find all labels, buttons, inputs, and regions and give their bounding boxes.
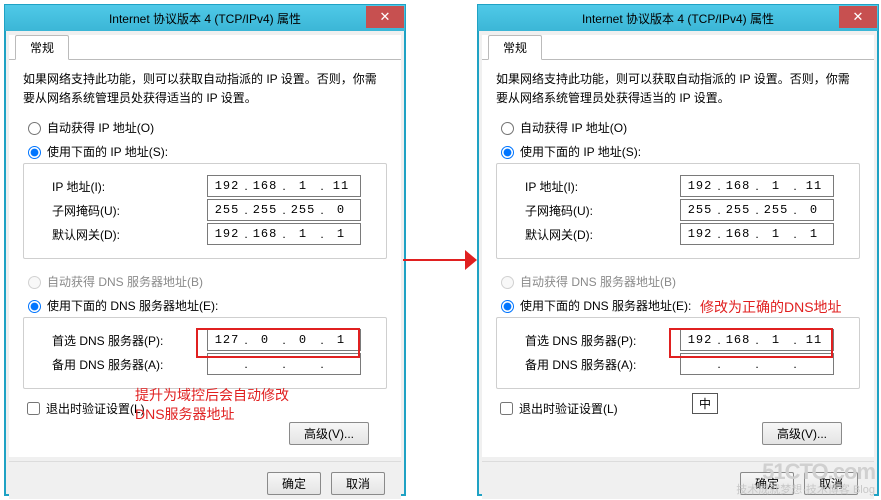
validate-checkbox[interactable] — [27, 402, 40, 415]
tabstrip: 常规 — [9, 35, 401, 60]
validate-label: 退出时验证设置(L) — [519, 400, 618, 417]
close-icon: ✕ — [380, 9, 391, 25]
radio-auto-ip[interactable]: 自动获得 IP 地址(O) — [23, 115, 387, 139]
gw-label: 默认网关(D): — [507, 226, 680, 243]
radio-manual-ip[interactable]: 使用下面的 IP 地址(S): — [496, 139, 860, 163]
radio-manual-dns[interactable]: 使用下面的 DNS 服务器地址(E): — [496, 293, 860, 317]
dns-fieldset: 首选 DNS 服务器(P): 192. 168. 1. 11 备用 DNS 服务… — [496, 317, 860, 389]
advanced-button[interactable]: 高级(V)... — [289, 422, 369, 445]
description-text: 如果网络支持此功能，则可以获取自动指派的 IP 设置。否则，你需要从网络系统管理… — [23, 70, 387, 107]
radio-manual-ip-label: 使用下面的 IP 地址(S): — [520, 143, 641, 160]
dns2-input[interactable]: . . . — [680, 353, 834, 375]
window-body: 常规 如果网络支持此功能，则可以获取自动指派的 IP 设置。否则，你需要从网络系… — [482, 35, 874, 457]
radio-manual-dns-input[interactable] — [28, 300, 41, 313]
dns1-input[interactable]: 127. 0. 0. 1 — [207, 329, 361, 351]
validate-label: 退出时验证设置(L) — [46, 400, 145, 417]
ipv4-properties-window-before: Internet 协议版本 4 (TCP/IPv4) 属性 ✕ 常规 如果网络支… — [4, 4, 406, 496]
mask-input[interactable]: 255. 255. 255. 0 — [680, 199, 834, 221]
radio-auto-dns-input — [501, 276, 514, 289]
dialog-buttons: 确定 取消 — [9, 461, 401, 499]
cancel-button[interactable]: 取消 — [804, 472, 858, 495]
radio-manual-dns-input[interactable] — [501, 300, 514, 313]
ip-label: IP 地址(I): — [34, 178, 207, 195]
radio-manual-dns-label: 使用下面的 DNS 服务器地址(E): — [520, 297, 691, 314]
radio-manual-ip-label: 使用下面的 IP 地址(S): — [47, 143, 168, 160]
radio-auto-dns-input — [28, 276, 41, 289]
tab-general[interactable]: 常规 — [488, 35, 542, 60]
tabstrip: 常规 — [482, 35, 874, 60]
ip-label: IP 地址(I): — [507, 178, 680, 195]
radio-auto-ip[interactable]: 自动获得 IP 地址(O) — [496, 115, 860, 139]
validate-checkbox[interactable] — [500, 402, 513, 415]
radio-manual-dns-label: 使用下面的 DNS 服务器地址(E): — [47, 297, 218, 314]
gw-input[interactable]: 192. 168. 1. 1 — [680, 223, 834, 245]
ok-button[interactable]: 确定 — [740, 472, 794, 495]
gw-input[interactable]: 192. 168. 1. 1 — [207, 223, 361, 245]
ip-input[interactable]: 192. 168. 1. 11 — [207, 175, 361, 197]
mask-label: 子网掩码(U): — [507, 202, 680, 219]
gw-label: 默认网关(D): — [34, 226, 207, 243]
ipv4-properties-window-after: Internet 协议版本 4 (TCP/IPv4) 属性 ✕ 常规 如果网络支… — [477, 4, 879, 496]
dns2-label: 备用 DNS 服务器(A): — [34, 356, 207, 373]
mask-input[interactable]: 255. 255. 255. 0 — [207, 199, 361, 221]
dns1-label: 首选 DNS 服务器(P): — [507, 332, 680, 349]
radio-auto-ip-label: 自动获得 IP 地址(O) — [520, 119, 627, 136]
dns-fieldset: 首选 DNS 服务器(P): 127. 0. 0. 1 备用 DNS 服务器(A… — [23, 317, 387, 389]
radio-manual-ip-input[interactable] — [28, 146, 41, 159]
radio-manual-dns[interactable]: 使用下面的 DNS 服务器地址(E): — [23, 293, 387, 317]
dns2-label: 备用 DNS 服务器(A): — [507, 356, 680, 373]
radio-auto-ip-input[interactable] — [501, 122, 514, 135]
description-text: 如果网络支持此功能，则可以获取自动指派的 IP 设置。否则，你需要从网络系统管理… — [496, 70, 860, 107]
tab-general[interactable]: 常规 — [15, 35, 69, 60]
radio-auto-ip-label: 自动获得 IP 地址(O) — [47, 119, 154, 136]
radio-auto-dns-label: 自动获得 DNS 服务器地址(B) — [47, 273, 203, 290]
window-title: Internet 协议版本 4 (TCP/IPv4) 属性 — [478, 10, 878, 27]
dns1-label: 首选 DNS 服务器(P): — [34, 332, 207, 349]
dns2-input[interactable]: . . . — [207, 353, 361, 375]
close-icon: ✕ — [853, 9, 864, 25]
titlebar[interactable]: Internet 协议版本 4 (TCP/IPv4) 属性 ✕ — [478, 5, 878, 31]
titlebar[interactable]: Internet 协议版本 4 (TCP/IPv4) 属性 ✕ — [5, 5, 405, 31]
dialog-buttons: 确定 取消 — [482, 461, 874, 499]
cancel-button[interactable]: 取消 — [331, 472, 385, 495]
radio-auto-ip-input[interactable] — [28, 122, 41, 135]
window-body: 常规 如果网络支持此功能，则可以获取自动指派的 IP 设置。否则，你需要从网络系… — [9, 35, 401, 457]
ip-input[interactable]: 192. 168. 1. 11 — [680, 175, 834, 197]
advanced-button[interactable]: 高级(V)... — [762, 422, 842, 445]
close-button[interactable]: ✕ — [839, 6, 877, 28]
ip-fieldset: IP 地址(I): 192. 168. 1. 11 子网掩码(U): 255. … — [496, 163, 860, 259]
dns1-input[interactable]: 192. 168. 1. 11 — [680, 329, 834, 351]
arrow-icon — [403, 250, 477, 270]
validate-checkbox-row[interactable]: 退出时验证设置(L) — [496, 399, 860, 418]
ip-fieldset: IP 地址(I): 192. 168. 1. 11 子网掩码(U): 255. … — [23, 163, 387, 259]
radio-auto-dns: 自动获得 DNS 服务器地址(B) — [496, 269, 860, 293]
close-button[interactable]: ✕ — [366, 6, 404, 28]
ime-indicator: 中 — [692, 393, 718, 414]
radio-auto-dns-label: 自动获得 DNS 服务器地址(B) — [520, 273, 676, 290]
ok-button[interactable]: 确定 — [267, 472, 321, 495]
radio-auto-dns: 自动获得 DNS 服务器地址(B) — [23, 269, 387, 293]
radio-manual-ip-input[interactable] — [501, 146, 514, 159]
mask-label: 子网掩码(U): — [34, 202, 207, 219]
radio-manual-ip[interactable]: 使用下面的 IP 地址(S): — [23, 139, 387, 163]
window-title: Internet 协议版本 4 (TCP/IPv4) 属性 — [5, 10, 405, 27]
validate-checkbox-row[interactable]: 退出时验证设置(L) — [23, 399, 387, 418]
